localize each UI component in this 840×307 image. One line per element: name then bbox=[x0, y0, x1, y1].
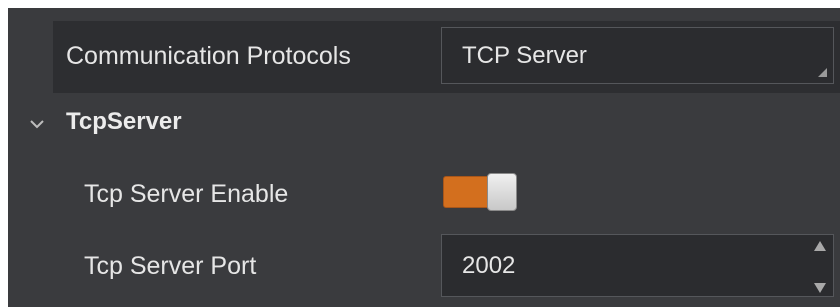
tcp-server-enable-label: Tcp Server Enable bbox=[84, 180, 289, 208]
communication-protocols-dropdown[interactable]: TCP Server bbox=[441, 27, 834, 84]
tcp-server-port-input[interactable]: 2002 bbox=[441, 234, 834, 297]
port-spinner[interactable] bbox=[813, 239, 827, 295]
properties-panel: Communication Protocols TCP Server TcpSe… bbox=[0, 0, 840, 307]
tcp-server-port-label: Tcp Server Port bbox=[84, 252, 257, 280]
tcp-server-port-value: 2002 bbox=[462, 251, 516, 279]
toggle-knob[interactable] bbox=[487, 173, 517, 211]
communication-protocols-label: Communication Protocols bbox=[66, 42, 351, 70]
tcp-server-enable-toggle[interactable] bbox=[443, 172, 517, 212]
spin-down-icon[interactable] bbox=[814, 283, 826, 293]
section-title: TcpServer bbox=[66, 108, 182, 135]
dropdown-corner-icon bbox=[818, 68, 827, 77]
communication-protocols-value: TCP Server bbox=[462, 41, 587, 69]
tcpserver-section-header[interactable]: TcpServer bbox=[8, 100, 408, 150]
chevron-down-icon bbox=[30, 120, 44, 129]
spin-up-icon[interactable] bbox=[814, 241, 826, 251]
